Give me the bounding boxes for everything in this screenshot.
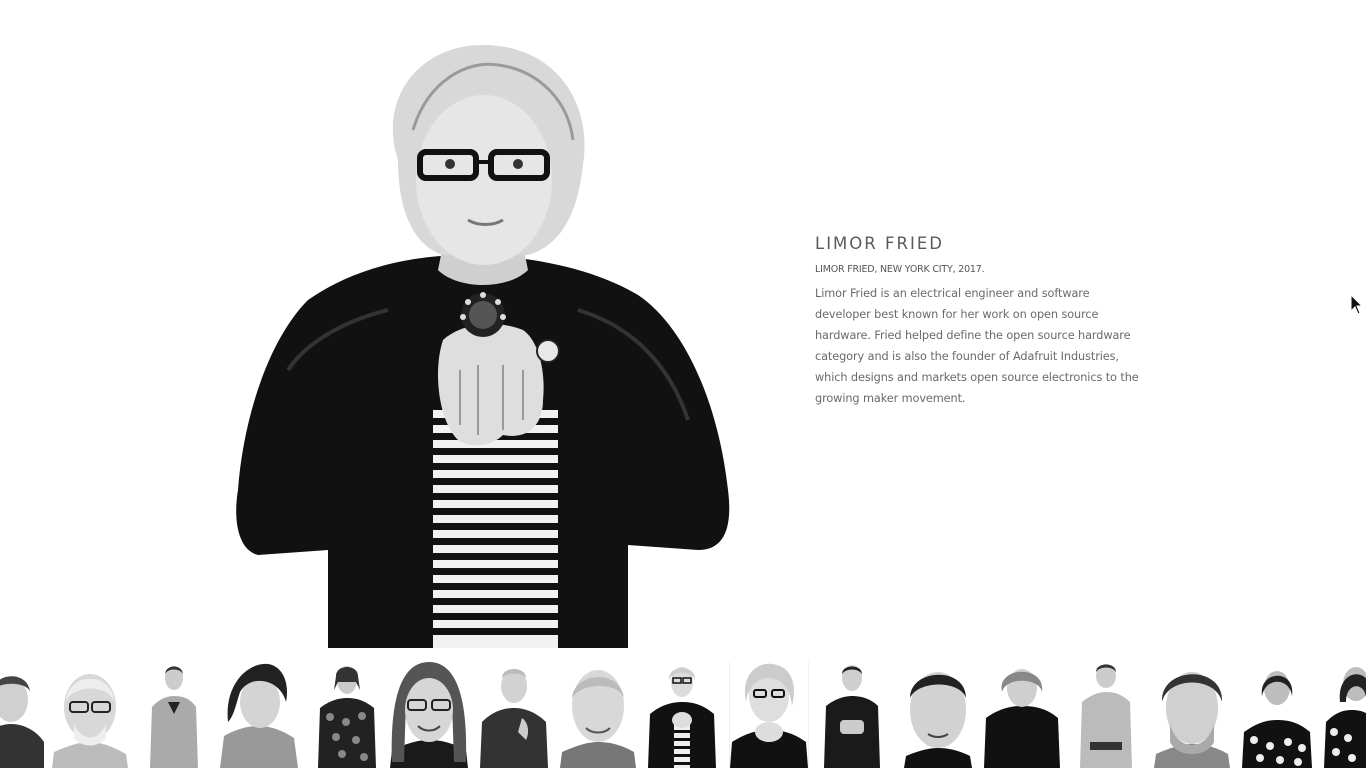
profile-bio: LIMOR FRIED LIMOR FRIED, NEW YORK CITY, … <box>815 234 1145 409</box>
main-portrait-image <box>228 40 736 648</box>
profile-caption: LIMOR FRIED, NEW YORK CITY, 2017. <box>815 264 985 275</box>
portrait-thumbnail[interactable] <box>1076 662 1136 768</box>
portrait-thumbnail[interactable] <box>820 662 884 768</box>
portrait-thumbnail[interactable] <box>220 662 298 768</box>
portrait-thumbnail[interactable] <box>52 662 128 768</box>
portrait-thumbnail[interactable] <box>1322 662 1366 768</box>
profile-description: Limor Fried is an electrical engineer an… <box>815 287 1139 405</box>
portrait-thumbnail[interactable] <box>644 662 720 768</box>
portrait-thumbnail-strip[interactable] <box>0 662 1366 768</box>
profile-name: LIMOR FRIED <box>815 234 944 253</box>
portrait-thumbnail[interactable] <box>146 662 202 768</box>
portrait-thumbnail[interactable] <box>904 662 972 768</box>
portrait-thumbnail[interactable] <box>1240 662 1314 768</box>
portrait-thumbnail[interactable] <box>0 662 44 768</box>
portrait-thumbnail[interactable] <box>478 662 550 768</box>
portrait-thumbnail[interactable] <box>560 662 636 768</box>
portrait-thumbnail[interactable] <box>316 662 378 768</box>
portrait-thumbnail[interactable] <box>390 662 468 768</box>
portrait-thumbnail[interactable] <box>982 662 1062 768</box>
portrait-thumbnail-active[interactable] <box>729 662 809 768</box>
mouse-cursor-icon <box>1350 293 1364 316</box>
portrait-thumbnail[interactable] <box>1154 662 1230 768</box>
